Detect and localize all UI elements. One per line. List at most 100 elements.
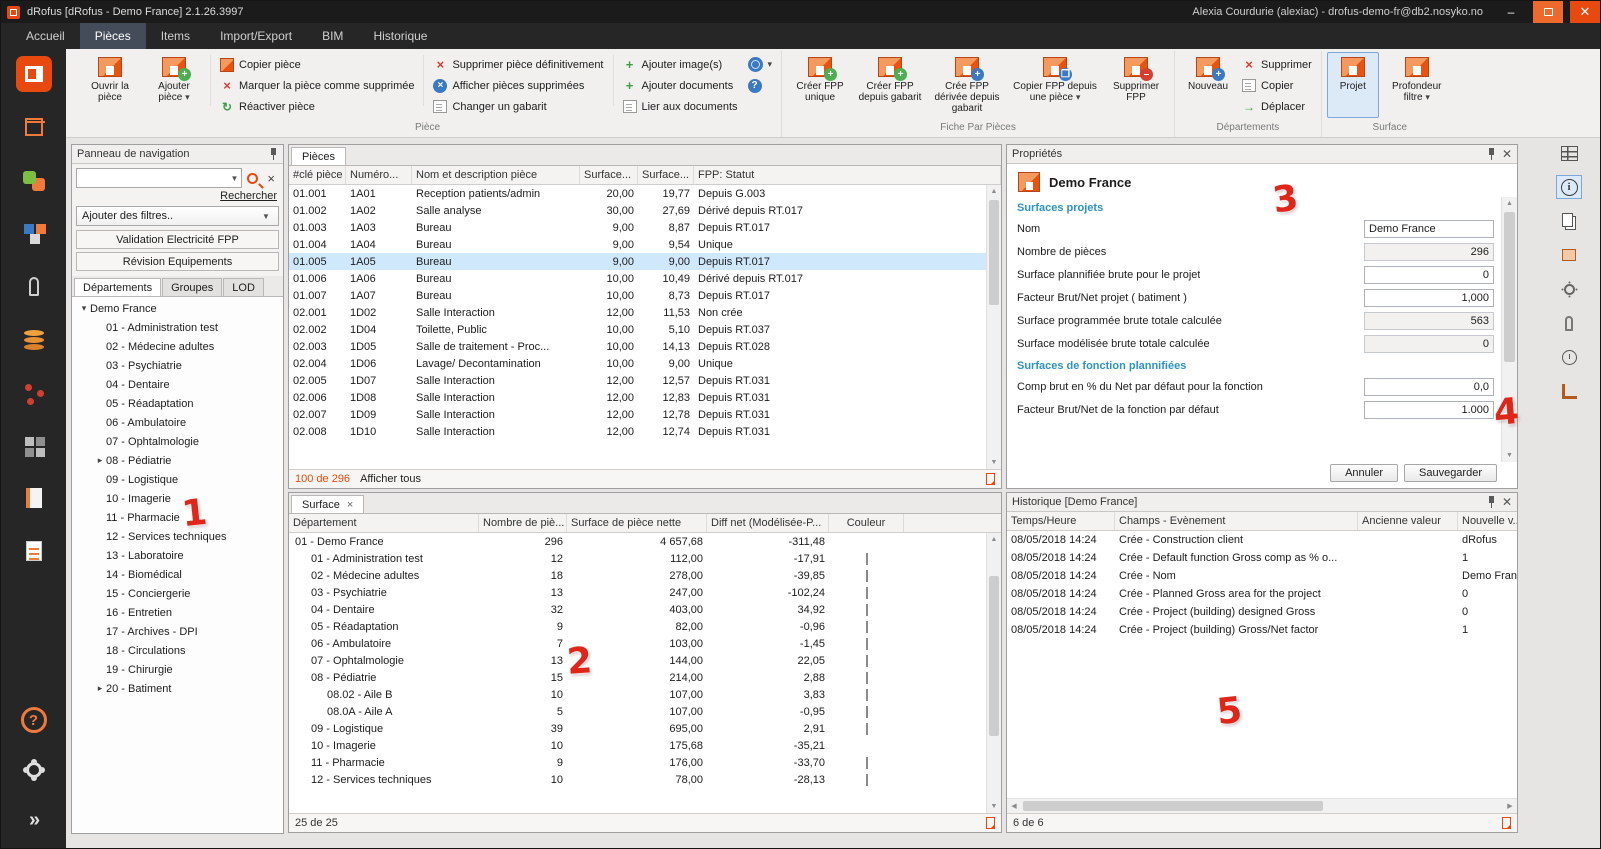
documents-icon[interactable] — [1556, 209, 1582, 233]
room-row[interactable]: 01.002 1A02 Salle analyse 30,00 27,69 Dé… — [289, 202, 986, 219]
column-header[interactable]: Temps/Heure — [1007, 512, 1115, 530]
maximize-button[interactable] — [1533, 1, 1563, 23]
room-row[interactable]: 01.003 1A03 Bureau 9,00 8,87 Depuis RT.0… — [289, 219, 986, 236]
tree-item[interactable]: 03 - Psychiatrie — [72, 356, 283, 375]
rail-reports-icon[interactable] — [16, 533, 52, 569]
column-header[interactable]: Département — [289, 514, 479, 532]
close-panel-icon[interactable]: ✕ — [1502, 496, 1512, 508]
pin-icon[interactable] — [269, 148, 278, 160]
column-header[interactable]: Surface de pièce nette — [567, 514, 707, 532]
paperclip-icon[interactable] — [1556, 311, 1582, 335]
room-row[interactable]: 02.005 1D07 Salle Interaction 12,00 12,5… — [289, 372, 986, 389]
column-header[interactable]: #clé pièce — [289, 166, 346, 184]
table-view-icon[interactable] — [1556, 141, 1582, 165]
tree-item[interactable]: 09 - Logistique — [72, 470, 283, 489]
tree-expander-icon[interactable]: ▾ — [78, 303, 90, 314]
tree-item[interactable]: 11 - Pharmacie — [72, 508, 283, 527]
tree-item[interactable]: 19 - Chirurgie — [72, 660, 283, 679]
mark-room-deleted-button[interactable]: ×Marquer la pièce comme supprimée — [216, 77, 418, 94]
column-header[interactable]: Ancienne valeur — [1358, 512, 1458, 530]
room-row[interactable]: 02.004 1D06 Lavage/ Decontamination 10,0… — [289, 355, 986, 372]
rail-data-icon[interactable] — [16, 321, 52, 357]
surface-row[interactable]: 08.0A - Aile A 5 107,00 -0,95 — [289, 703, 986, 720]
room-row[interactable]: 02.003 1D05 Salle de traitement - Proc..… — [289, 338, 986, 355]
rail-functions-icon[interactable] — [16, 162, 52, 198]
room-row[interactable]: 02.001 1D02 Salle Interaction 12,00 11,5… — [289, 304, 986, 321]
copy-department-button[interactable]: Copier — [1238, 77, 1316, 94]
language-globe-button[interactable]: ▾ — [744, 56, 777, 73]
vertical-scrollbar[interactable]: ▲ ▼ — [986, 185, 1001, 469]
copy-room-button[interactable]: Copier pièce — [216, 56, 418, 73]
search-icon[interactable] — [247, 173, 258, 184]
saved-filter-button[interactable]: Révision Equipements — [76, 252, 279, 271]
info-icon[interactable]: i — [1556, 175, 1582, 199]
vertical-scrollbar[interactable]: ▲ ▼ — [986, 533, 1001, 813]
rail-components-icon[interactable] — [16, 215, 52, 251]
export-corner-icon[interactable] — [986, 473, 995, 485]
minimize-button[interactable]: – — [1496, 1, 1526, 23]
tree-item[interactable]: 14 - Biomédical — [72, 565, 283, 584]
filter-depth-button[interactable]: Profondeur filtre ▾ — [1381, 52, 1453, 118]
expand-rail-icon[interactable]: » — [16, 802, 52, 838]
column-header[interactable]: Nouvelle v... — [1458, 512, 1517, 530]
copy-fpp-from-room-button[interactable]: ❐ Copier FPP depuis une pièce ▾ — [1009, 52, 1101, 118]
surface-row[interactable]: 07 - Ophtalmologie 13 144,00 22,05 — [289, 652, 986, 669]
surface-row[interactable]: 02 - Médecine adultes 18 278,00 -39,85 — [289, 567, 986, 584]
tree-item[interactable]: ▾ Demo France — [72, 299, 283, 318]
rail-catalog-icon[interactable] — [16, 480, 52, 516]
search-link[interactable]: Rechercher — [220, 190, 277, 202]
ribbon-tab[interactable]: Historique — [358, 23, 442, 49]
rail-activity-icon[interactable] — [16, 374, 52, 410]
room-row[interactable]: 01.004 1A04 Bureau 9,00 9,54 Unique — [289, 236, 986, 253]
history-row[interactable]: 08/05/2018 14:24 Crée - Construction cli… — [1007, 531, 1517, 549]
surface-project-button[interactable]: Projet — [1327, 52, 1379, 118]
surface-row[interactable]: 01 - Demo France 296 4 657,68 -311,48 — [289, 533, 986, 550]
move-department-button[interactable]: →Déplacer — [1238, 98, 1316, 115]
surface-row[interactable]: 11 - Pharmacie 9 176,00 -33,70 — [289, 754, 986, 771]
column-header[interactable]: Nom et description pièce — [412, 166, 580, 184]
search-dropdown-icon[interactable]: ▼ — [227, 174, 241, 183]
surface-row[interactable]: 12 - Services techniques 10 78,00 -28,13 — [289, 771, 986, 788]
room-row[interactable]: 01.007 1A07 Bureau 10,00 8,73 Depuis RT.… — [289, 287, 986, 304]
property-value-input[interactable]: Demo France — [1364, 220, 1494, 238]
close-button[interactable]: ✕ — [1570, 1, 1600, 23]
close-panel-icon[interactable]: ✕ — [1502, 148, 1512, 160]
surface-row[interactable]: 05 - Réadaptation 9 82,00 -0,96 — [289, 618, 986, 635]
surface-row[interactable]: 08 - Pédiatrie 15 214,00 2,88 — [289, 669, 986, 686]
property-value-input[interactable]: 0,0 — [1364, 378, 1494, 396]
new-department-button[interactable]: + Nouveau — [1180, 52, 1236, 118]
history-row[interactable]: 08/05/2018 14:24 Crée - Default function… — [1007, 549, 1517, 567]
scrollbar-thumb[interactable] — [989, 576, 999, 736]
room-row[interactable]: 02.006 1D08 Salle Interaction 12,00 12,8… — [289, 389, 986, 406]
property-value-input[interactable]: 0 — [1364, 335, 1494, 353]
column-header[interactable]: Champs - Evènement — [1115, 512, 1358, 530]
change-template-button[interactable]: Changer un gabarit — [429, 98, 607, 115]
save-button[interactable]: Sauvegarder — [1404, 464, 1497, 482]
tree-expander-icon[interactable]: ▸ — [94, 455, 106, 466]
surface-row[interactable]: 09 - Logistique 39 695,00 2,91 — [289, 720, 986, 737]
cancel-button[interactable]: Annuler — [1330, 464, 1398, 482]
item-box-icon[interactable] — [1556, 243, 1582, 267]
tree-item[interactable]: 15 - Conciergerie — [72, 584, 283, 603]
tree-item[interactable]: 02 - Médecine adultes — [72, 337, 283, 356]
tree-item[interactable]: 17 - Archives - DPI — [72, 622, 283, 641]
room-row[interactable]: 02.008 1D10 Salle Interaction 12,00 12,7… — [289, 423, 986, 440]
scrollbar-thumb[interactable] — [1023, 801, 1323, 811]
open-room-button[interactable]: Ouvrir la pièce — [79, 52, 141, 118]
tree-item[interactable]: ▸ 08 - Pédiatrie — [72, 451, 283, 470]
tree-item[interactable]: 07 - Ophtalmologie — [72, 432, 283, 451]
rail-attachments-icon[interactable] — [16, 268, 52, 304]
column-header[interactable]: Surface... — [580, 166, 638, 184]
surface-row[interactable]: 01 - Administration test 12 112,00 -17,9… — [289, 550, 986, 567]
delete-department-button[interactable]: ×Supprimer — [1238, 56, 1316, 73]
create-fpp-from-template-button[interactable]: + Créer FPP depuis gabarit — [855, 52, 925, 118]
surface-row[interactable]: 08.02 - Aile B 10 107,00 3,83 — [289, 686, 986, 703]
property-value-input[interactable]: 563 — [1364, 312, 1494, 330]
settings-gear-icon[interactable] — [16, 752, 52, 788]
ribbon-tab[interactable]: Import/Export — [205, 23, 307, 49]
room-row[interactable]: 01.001 1A01 Reception patients/admin 20,… — [289, 185, 986, 202]
add-filters-dropdown[interactable]: Ajouter des filtres.. ▼ — [76, 206, 279, 226]
navigation-tab[interactable]: LOD — [223, 278, 264, 296]
scrollbar-thumb[interactable] — [989, 200, 999, 305]
history-row[interactable]: 08/05/2018 14:24 Crée - Nom Demo Fran... — [1007, 567, 1517, 585]
